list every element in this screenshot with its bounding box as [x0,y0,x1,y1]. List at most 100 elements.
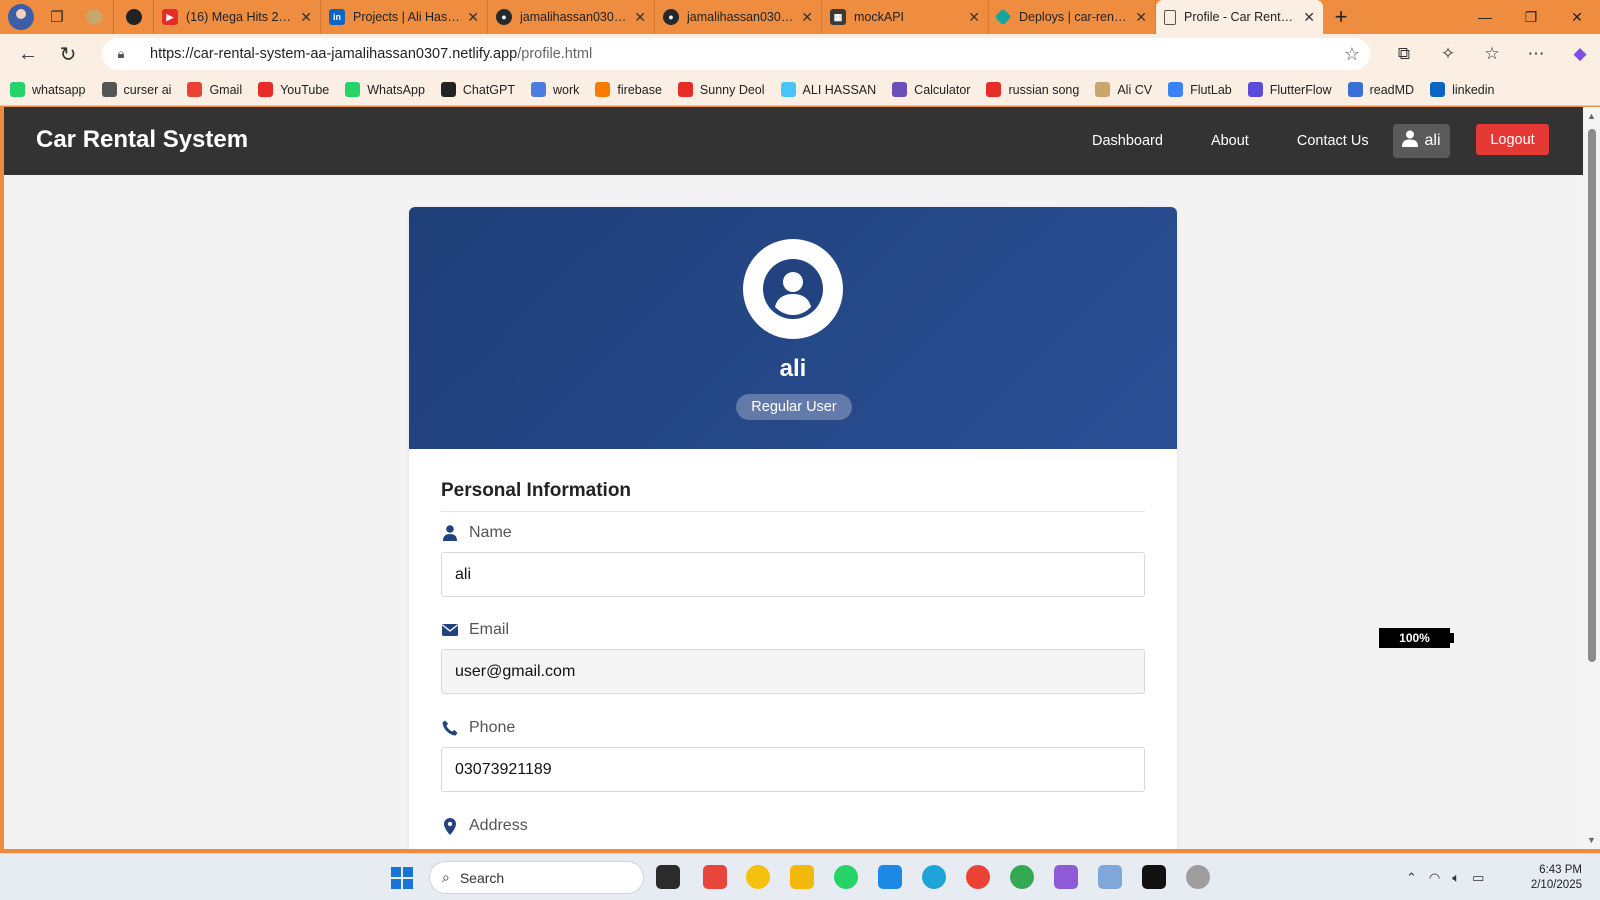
email-field[interactable] [441,649,1145,694]
bookmark-label: WhatsApp [367,82,425,97]
bookmark-label: work [553,82,580,97]
chrome-profile-icon[interactable] [1010,865,1034,889]
anydesk-icon[interactable] [703,865,727,889]
app-icon[interactable] [1186,865,1210,889]
file-explorer-icon[interactable] [790,865,814,889]
browser-tab[interactable]: ▦ mockAPI ✕ [822,0,989,34]
pinned-tab[interactable] [74,0,114,34]
close-icon[interactable]: ✕ [1303,9,1315,26]
browser-tab-active[interactable]: Profile - Car Rental S ✕ [1156,0,1323,34]
bookmark-item[interactable]: Calculator [892,82,970,97]
whatsapp-icon[interactable] [834,865,858,889]
user-menu-button[interactable]: ali [1393,124,1450,158]
volume-icon[interactable]: 🔈︎ [1452,870,1460,886]
more-menu-icon[interactable]: ⋯ [1514,44,1558,64]
url-text[interactable]: https://car-rental-system-aa-jamalihassa… [140,46,1334,62]
system-clock[interactable]: 6:43 PM 2/10/2025 [1522,863,1582,893]
scroll-up-icon[interactable]: ▲ [1583,111,1600,121]
pinned-tab[interactable] [114,0,154,34]
phone-field[interactable] [441,747,1145,792]
page-scrollbar[interactable]: ▲ ▼ [1583,107,1600,849]
bookmark-item[interactable]: readMD [1347,82,1414,97]
bookmark-label: YouTube [280,82,330,97]
app-icon[interactable] [746,865,770,889]
extensions-icon[interactable]: ✧ [1426,44,1470,64]
browser-tab[interactable]: ▶ (16) Mega Hits 2025 ✕ [154,0,321,34]
chrome-icon[interactable] [966,865,990,889]
nav-about[interactable]: About [1211,133,1249,149]
taskbar-search[interactable]: ⌕ Search [429,861,644,894]
address-bar-row: ← ↻ 🔒︎ https://car-rental-system-aa-jama… [0,34,1600,74]
phone-label: Phone [441,719,515,737]
bookmark-item[interactable]: FlutLab [1168,82,1232,97]
url-field[interactable]: 🔒︎ https://car-rental-system-aa-jamaliha… [102,38,1370,70]
vscode-icon[interactable] [878,865,902,889]
close-icon[interactable]: ✕ [300,9,312,26]
favorites-icon[interactable]: ☆ [1470,44,1514,64]
tab-title: mockAPI [854,10,905,24]
bookmark-item[interactable]: work [531,82,579,97]
minimize-icon[interactable]: — [1462,0,1508,34]
browser-tab[interactable]: in Projects | Ali Hassan ✕ [321,0,488,34]
nav-dashboard[interactable]: Dashboard [1092,133,1163,149]
bookmark-label: linkedin [1452,82,1495,97]
name-field[interactable] [441,552,1145,597]
close-window-icon[interactable]: ✕ [1554,0,1600,34]
close-icon[interactable]: ✕ [801,9,813,26]
battery-icon[interactable]: ▭ [1472,870,1484,886]
bookmark-item[interactable]: russian song [986,82,1079,97]
copilot-icon[interactable]: ◆ [1558,44,1600,64]
bookmark-item[interactable]: linkedin [1430,82,1494,97]
edge-icon[interactable] [922,865,946,889]
new-tab-button[interactable]: + [1323,0,1359,34]
chevron-up-icon[interactable]: ⌃ [1406,870,1417,886]
bookmark-item[interactable]: WhatsApp [345,82,425,97]
photos-icon[interactable] [1098,865,1122,889]
back-icon[interactable]: ← [8,36,48,72]
bookmark-label: curser ai [123,82,172,97]
logout-button[interactable]: Logout [1476,124,1549,155]
scrollbar-thumb[interactable] [1588,129,1596,662]
browser-tab[interactable]: Deploys | car-rental- ✕ [989,0,1156,34]
tab-title: Profile - Car Rental S [1184,10,1298,24]
terminal-icon[interactable] [1142,865,1166,889]
bookmark-favicon-icon [1247,82,1263,97]
bookmark-item[interactable]: Sunny Deol [677,82,765,97]
close-icon[interactable]: ✕ [1135,9,1147,26]
close-icon[interactable]: ✕ [467,9,479,26]
browser-tab[interactable]: ● jamalihassan0307/Ca ✕ [488,0,655,34]
role-badge: Regular User [736,394,852,420]
wifi-icon[interactable]: ◠ [1429,870,1440,886]
bookmark-item[interactable]: ALI HASSAN [780,82,876,97]
envelope-icon [441,621,459,639]
scroll-down-icon[interactable]: ▼ [1583,835,1600,845]
windows-start-icon[interactable] [391,867,413,889]
bookmark-item[interactable]: whatsapp [10,82,86,97]
lock-icon[interactable]: 🔒︎ [102,46,140,62]
bookmark-item[interactable]: Ali CV [1095,82,1152,97]
nav-contact-us[interactable]: Contact Us [1297,133,1369,149]
user-icon [441,524,459,542]
bookmark-item[interactable]: curser ai [101,82,172,97]
bookmark-item[interactable]: FlutterFlow [1247,82,1332,97]
restore-icon[interactable]: ❐ [1508,0,1554,34]
translate-icon[interactable]: ⧉ [1382,44,1426,64]
workspaces-icon[interactable]: ❐ [40,0,74,34]
divider [441,511,1145,512]
system-tray: ⌃ ◠ 🔈︎ ▭ [1406,854,1496,900]
profile-avatar [743,239,843,339]
visual-studio-icon[interactable] [1054,865,1078,889]
favorite-star-icon[interactable]: ☆ [1334,44,1370,65]
bookmark-item[interactable]: ChatGPT [440,82,515,97]
browser-tab[interactable]: ● jamalihassan0307/Ca ✕ [655,0,822,34]
task-view-icon[interactable] [656,865,680,889]
close-icon[interactable]: ✕ [968,9,980,26]
bookmark-item[interactable]: Gmail [187,82,242,97]
browser-profile-avatar[interactable] [8,4,34,30]
close-icon[interactable]: ✕ [634,9,646,26]
brand-title[interactable]: Car Rental System [36,126,248,154]
refresh-icon[interactable]: ↻ [48,36,88,72]
bookmark-item[interactable]: YouTube [258,82,329,97]
bookmark-item[interactable]: firebase [595,82,662,97]
bookmark-favicon-icon [986,82,1002,97]
